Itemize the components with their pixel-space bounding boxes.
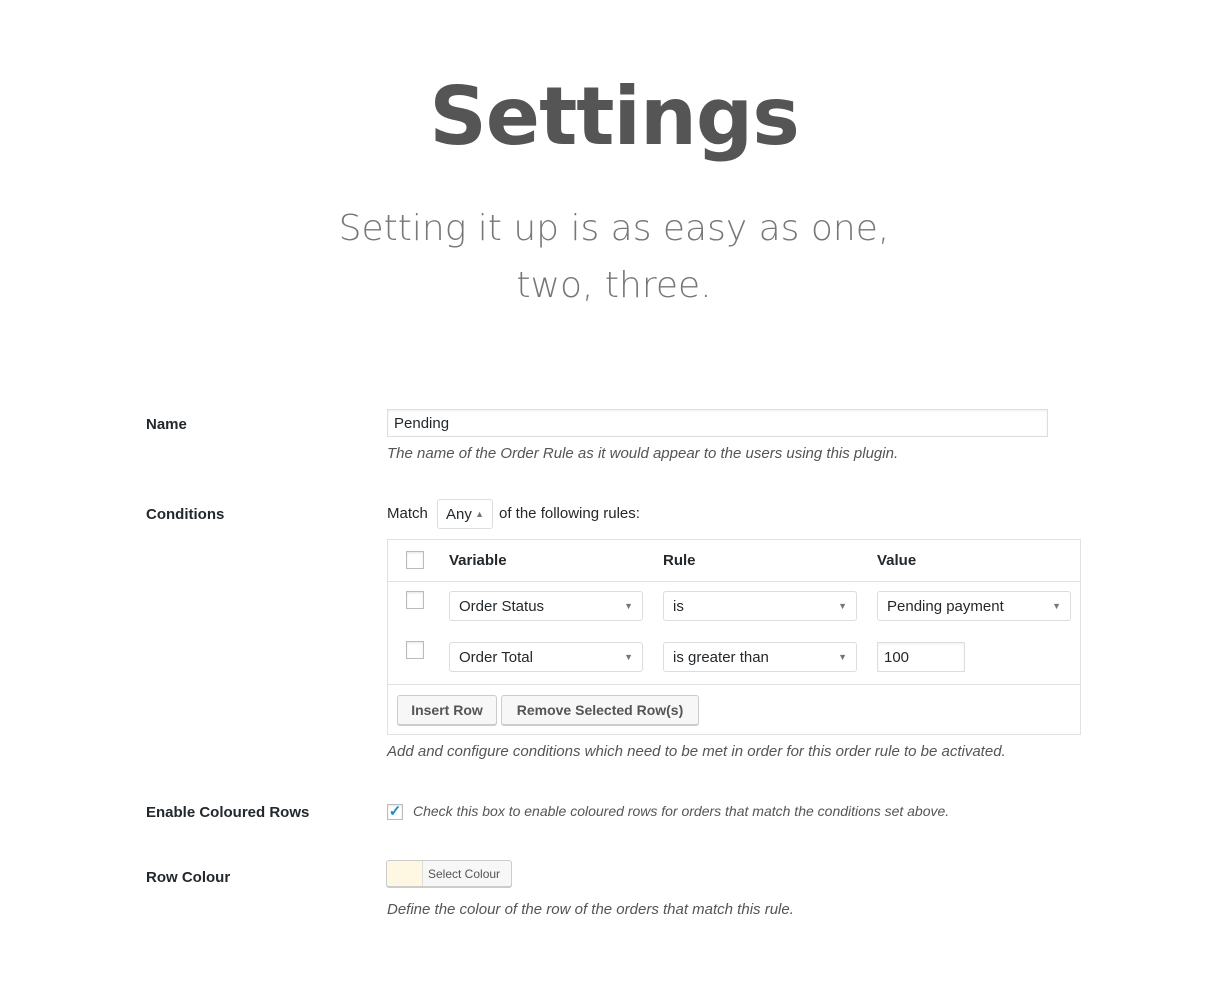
checkmark-icon: ✓ — [388, 803, 402, 820]
variable-value: Order Total — [459, 648, 533, 666]
variable-value: Order Status — [459, 597, 545, 615]
match-select[interactable]: Any ▲︎ — [437, 499, 493, 529]
rule-value: is — [673, 597, 684, 615]
colour-picker-button[interactable]: Select Colour — [386, 860, 512, 887]
chevron-down-icon: ▼ — [838, 601, 847, 611]
conditions-label: Conditions — [146, 506, 225, 523]
row-colour-description: Define the colour of the row of the orde… — [387, 901, 794, 918]
value-input[interactable]: 100 — [877, 642, 965, 672]
variable-select[interactable]: Order Total ▼ — [449, 642, 643, 672]
row-colour-label: Row Colour — [146, 869, 231, 886]
variable-select[interactable]: Order Status ▼ — [449, 591, 643, 621]
match-value: Any — [446, 505, 472, 523]
column-rule: Rule — [663, 552, 696, 569]
value-value: Pending payment — [887, 597, 1004, 615]
remove-selected-rows-button[interactable]: Remove Selected Row(s) — [501, 695, 699, 725]
name-description: The name of the Order Rule as it would a… — [387, 445, 899, 462]
column-value: Value — [877, 552, 917, 569]
divider — [388, 684, 1080, 685]
chevron-down-icon: ▼ — [624, 601, 633, 611]
divider — [388, 581, 1080, 582]
insert-row-button[interactable]: Insert Row — [397, 695, 497, 725]
name-input[interactable]: Pending — [387, 409, 1048, 437]
column-variable: Variable — [449, 552, 507, 569]
name-label: Name — [146, 416, 187, 433]
coloured-rows-label: Enable Coloured Rows — [146, 804, 310, 821]
match-suffix: of the following rules: — [499, 505, 640, 522]
page-title: Settings — [429, 70, 800, 163]
row-checkbox[interactable] — [406, 641, 424, 659]
select-colour-label: Select Colour — [428, 867, 501, 881]
updown-icon: ▲︎ — [475, 509, 484, 519]
rule-select[interactable]: is ▼ — [663, 591, 857, 621]
rule-value: is greater than — [673, 648, 769, 666]
page-subtitle: Setting it up is as easy as one, two, th… — [338, 208, 890, 306]
coloured-rows-checkbox[interactable]: ✓ — [387, 804, 403, 820]
match-prefix: Match — [387, 505, 428, 522]
conditions-description: Add and configure conditions which need … — [387, 743, 1006, 760]
select-all-checkbox[interactable] — [406, 551, 424, 569]
chevron-down-icon: ▼ — [838, 652, 847, 662]
row-checkbox[interactable] — [406, 591, 424, 609]
chevron-down-icon: ▼ — [624, 652, 633, 662]
value-select[interactable]: Pending payment ▼ — [877, 591, 1071, 621]
rule-select[interactable]: is greater than ▼ — [663, 642, 857, 672]
chevron-down-icon: ▼ — [1052, 601, 1061, 611]
colour-swatch — [387, 861, 423, 886]
coloured-rows-description: Check this box to enable coloured rows f… — [413, 803, 950, 819]
